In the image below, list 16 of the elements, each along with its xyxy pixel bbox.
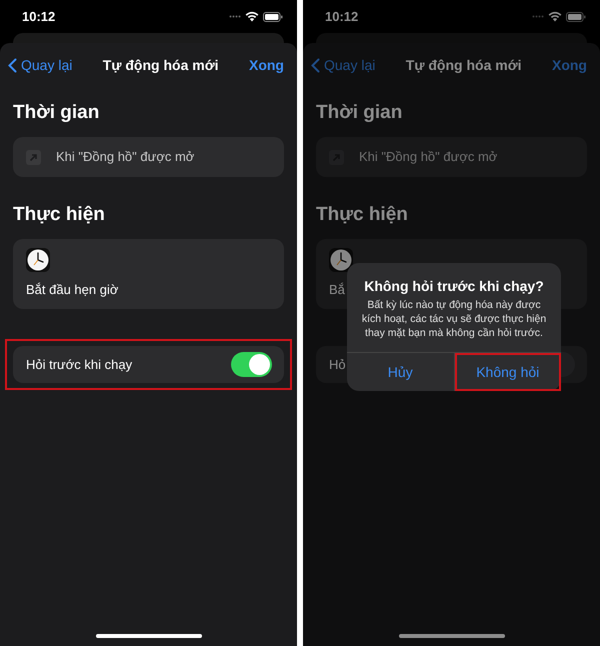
alert-title: Không hỏi trước khi chạy? (364, 277, 544, 295)
status-time: 10:12 (22, 8, 56, 26)
section-heading: Thời gian (315, 101, 404, 125)
trigger-text: Khi "Đồng hồ" được mở (359, 148, 498, 166)
toggle-label: Hỏ (329, 356, 346, 374)
action-text: Bắt đầu hẹn giờ (26, 281, 118, 300)
nav-title: Tự động hóa mới (102, 56, 219, 75)
section-heading: Thực hiện (12, 203, 106, 227)
alert-message: Bất kỳ lúc nào tự động hóa này được kích hoạt, các tác vụ sẽ được thực hiện thay mặt bạn mà không cần hỏi trước. (360, 298, 548, 340)
status-time: 10:12 (325, 8, 358, 26)
toggle-label: Hỏi trước khi chạy (26, 356, 132, 374)
section-heading: Thực hiện (315, 203, 409, 227)
section-heading: Thời gian (12, 101, 100, 125)
trigger-text: Khi "Đồng hồ" được mở (56, 148, 194, 166)
action-text: Bắ (329, 281, 345, 300)
nav-title: Tự động hóa mới (406, 56, 522, 75)
